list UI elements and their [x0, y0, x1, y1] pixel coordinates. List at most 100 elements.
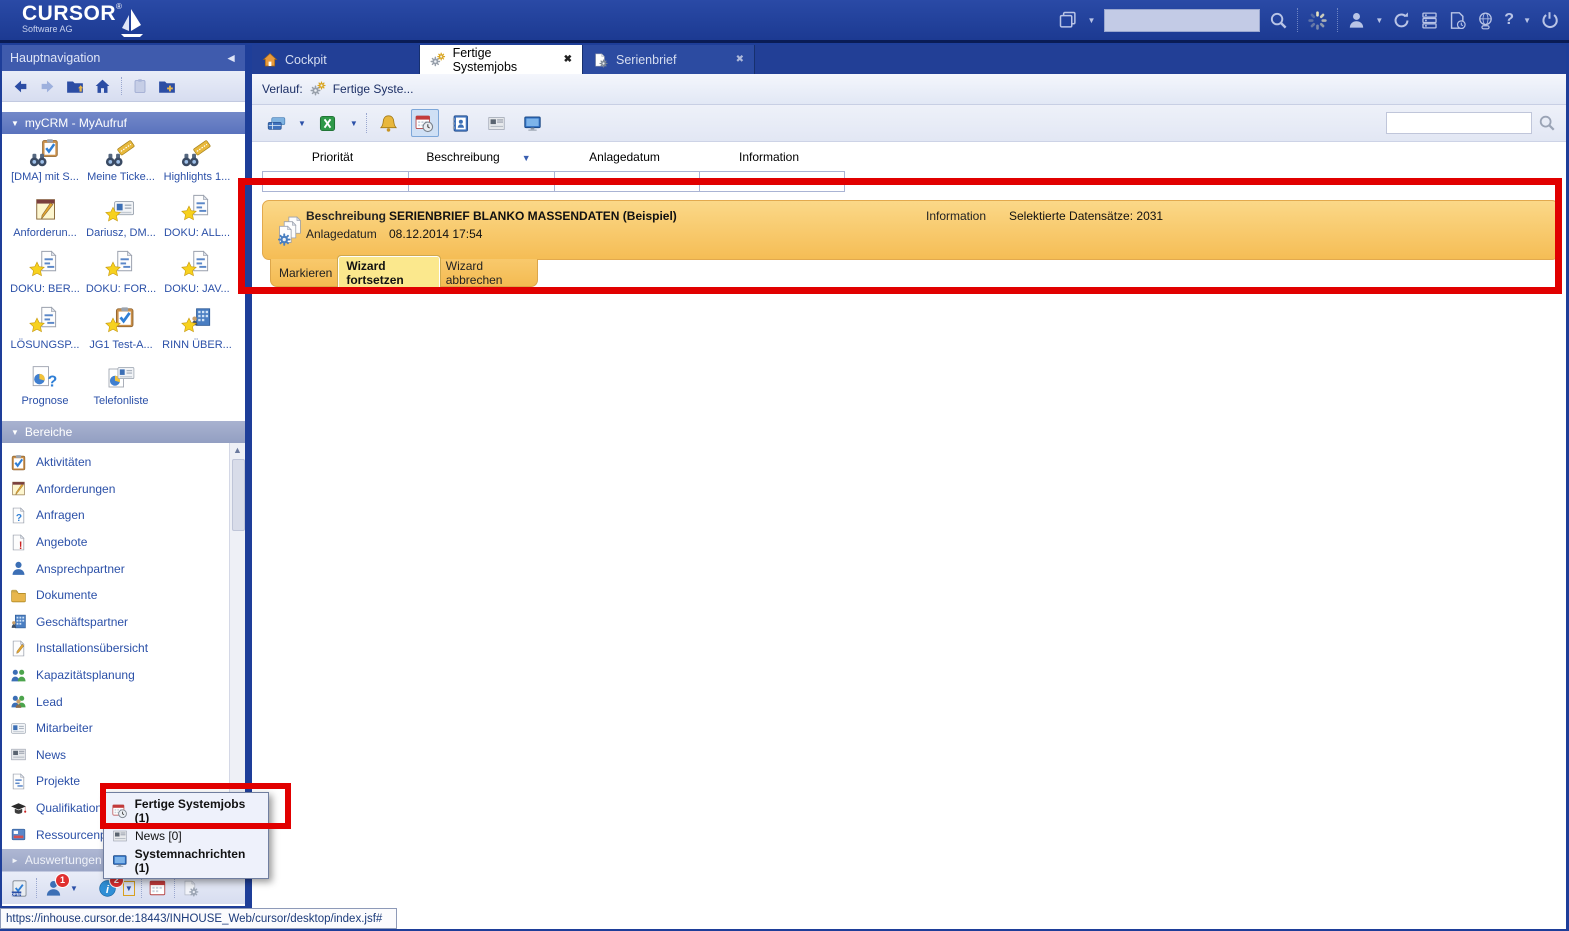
document-gear-icon[interactable]: [182, 879, 200, 897]
sidebar-item-anforderungen[interactable]: Anforderungen: [10, 476, 229, 503]
addressbook-button[interactable]: [447, 109, 475, 137]
home-icon[interactable]: [94, 78, 111, 95]
filter-input-beschreibung[interactable]: [408, 171, 555, 192]
folder-up-icon[interactable]: [66, 77, 84, 95]
binoculars-clipboard-icon: [28, 138, 62, 170]
mycrm-item-anforderungen[interactable]: Anforderun...: [7, 194, 83, 249]
user-notifications-dropdown-icon[interactable]: ▼: [70, 884, 78, 893]
mycrm-section-header[interactable]: ▼ myCRM - MyAufruf: [2, 112, 245, 134]
info-notifications-dropdown-icon[interactable]: ▼: [124, 882, 134, 895]
global-search-input[interactable]: [1104, 9, 1260, 32]
help-button[interactable]: ?: [1504, 11, 1514, 29]
filter-input-anlagedatum[interactable]: [554, 171, 701, 192]
folder-add-icon[interactable]: [158, 77, 176, 95]
user-icon[interactable]: [1347, 11, 1366, 30]
user-notifications-button[interactable]: 1: [44, 879, 63, 898]
markieren-button[interactable]: Markieren: [279, 266, 332, 280]
forward-icon[interactable]: [39, 78, 56, 95]
mycrm-item-dma[interactable]: [DMA] mit S...: [7, 138, 83, 193]
refresh-icon[interactable]: [1392, 11, 1411, 30]
systemjob-row[interactable]: Beschreibung SERIENBRIEF BLANKO MASSENDA…: [262, 200, 1559, 260]
popup-item-news[interactable]: News [0]: [104, 828, 268, 844]
sidebar-item-lead[interactable]: Lead: [10, 688, 229, 715]
document-check-icon[interactable]: [1448, 11, 1467, 30]
sidebar-item-dokumente[interactable]: Dokumente: [10, 582, 229, 609]
back-icon[interactable]: [12, 78, 29, 95]
server-icon[interactable]: [1420, 11, 1439, 30]
anlagedatum-label: Anlagedatum: [306, 227, 389, 241]
cursor-logo: CURSOR® Software AG: [22, 3, 122, 34]
column-header-prioritaet[interactable]: Priorität: [262, 150, 403, 166]
mycrm-item-doku-jav[interactable]: DOKU: JAV...: [159, 250, 235, 305]
sidebar-item-ansprechpartner[interactable]: Ansprechpartner: [10, 555, 229, 582]
table-view-dropdown-icon[interactable]: ▼: [298, 119, 306, 128]
list-search-input[interactable]: [1386, 112, 1532, 134]
clipboard-icon[interactable]: [132, 78, 148, 94]
mycrm-item-highlights[interactable]: Highlights 1...: [159, 138, 235, 193]
user-dropdown-icon[interactable]: ▼: [1375, 16, 1383, 25]
mycrm-item-rinn[interactable]: RINN ÜBER...: [159, 306, 235, 361]
window-stack-dropdown-icon[interactable]: ▼: [1087, 16, 1095, 25]
systemjobs-gears-icon: [310, 81, 326, 97]
power-icon[interactable]: [1540, 11, 1559, 30]
sidebar-item-news[interactable]: News: [10, 742, 229, 769]
mycrm-item-telefonliste[interactable]: Telefonliste: [83, 362, 159, 417]
column-header-anlagedatum[interactable]: Anlagedatum: [554, 150, 695, 166]
open-items-icon[interactable]: [10, 879, 29, 898]
sidebar-item-installationsuebersicht[interactable]: Installationsübersicht: [10, 635, 229, 662]
column-header-beschreibung[interactable]: Beschreibung▼: [408, 150, 549, 166]
tab-serienbrief[interactable]: Serienbrief ✖: [583, 45, 755, 74]
wizard-fortsetzen-button[interactable]: Wizard fortsetzen: [338, 256, 439, 290]
sidebar-collapse-icon[interactable]: ◄: [225, 51, 237, 65]
scrollbar-thumb[interactable]: [232, 459, 245, 531]
sidebar-item-geschaeftspartner[interactable]: Geschäftspartner: [10, 609, 229, 636]
close-icon[interactable]: ✖: [564, 54, 572, 65]
popup-item-fertige-systemjobs[interactable]: Fertige Systemjobs (1): [104, 797, 268, 825]
popup-item-systemnachrichten[interactable]: Systemnachrichten (1): [104, 847, 268, 875]
sidebar-scrollbar[interactable]: ▲ ▼: [229, 443, 245, 849]
mycrm-shortcut-grid: [DMA] mit S... Meine Ticke... Highlights…: [2, 134, 245, 421]
excel-export-dropdown-icon[interactable]: ▼: [350, 119, 358, 128]
wizard-abbrechen-button[interactable]: Wizard abbrechen: [446, 259, 529, 287]
search-icon[interactable]: [1538, 114, 1556, 132]
resource-plan-icon: [10, 826, 27, 843]
mycrm-item-loesungsp[interactable]: LÖSUNGSP...: [7, 306, 83, 361]
sidebar-item-angebote[interactable]: Angebote: [10, 529, 229, 556]
systemjobs-view-button[interactable]: [411, 109, 439, 137]
mycrm-item-doku-for[interactable]: DOKU: FOR...: [83, 250, 159, 305]
mycrm-item-prognose[interactable]: ?Prognose: [7, 362, 83, 417]
reminder-button[interactable]: [375, 109, 403, 137]
news-button[interactable]: [483, 109, 511, 137]
tab-fertige-systemjobs[interactable]: Fertige Systemjobs ✖: [420, 45, 583, 74]
notepad-icon: [10, 480, 27, 497]
filter-input-information[interactable]: [699, 171, 845, 192]
sidebar-item-projekte[interactable]: Projekte: [10, 768, 229, 795]
breadcrumb[interactable]: Fertige Syste...: [333, 82, 414, 96]
close-icon[interactable]: ✖: [736, 54, 744, 65]
bereiche-section-header[interactable]: ▼ Bereiche: [2, 421, 245, 443]
sidebar-item-aktivitaeten[interactable]: Aktivitäten: [10, 449, 229, 476]
globe-link-icon[interactable]: [1476, 11, 1495, 30]
mycrm-item-jg1-test[interactable]: JG1 Test-A...: [83, 306, 159, 361]
info-notifications-button[interactable]: 2: [98, 879, 117, 898]
filter-input-prioritaet[interactable]: [262, 171, 409, 192]
help-dropdown-icon[interactable]: ▼: [1523, 16, 1531, 25]
calendar-icon[interactable]: [149, 879, 167, 897]
system-messages-button[interactable]: [519, 109, 547, 137]
tab-cockpit[interactable]: Cockpit: [252, 45, 420, 74]
systemjobs-list-area: Priorität Beschreibung▼ Anlagedatum Info…: [252, 142, 1566, 929]
mycrm-item-dariusz[interactable]: Dariusz, DM...: [83, 194, 159, 249]
column-header-information[interactable]: Information: [699, 150, 839, 166]
sort-descending-icon: ▼: [522, 153, 531, 163]
mycrm-item-doku-all[interactable]: DOKU: ALL...: [159, 194, 235, 249]
sidebar-item-kapazitaetsplanung[interactable]: Kapazitätsplanung: [10, 662, 229, 689]
sidebar-item-anfragen[interactable]: Anfragen: [10, 502, 229, 529]
search-icon[interactable]: [1269, 11, 1288, 30]
excel-export-button[interactable]: [314, 109, 342, 137]
table-view-button[interactable]: [262, 109, 290, 137]
mycrm-item-meine-tickets[interactable]: Meine Ticke...: [83, 138, 159, 193]
sidebar-item-mitarbeiter[interactable]: Mitarbeiter: [10, 715, 229, 742]
scroll-up-icon[interactable]: ▲: [230, 443, 245, 457]
window-stack-icon[interactable]: [1058, 10, 1078, 30]
mycrm-item-doku-ber[interactable]: DOKU: BER...: [7, 250, 83, 305]
